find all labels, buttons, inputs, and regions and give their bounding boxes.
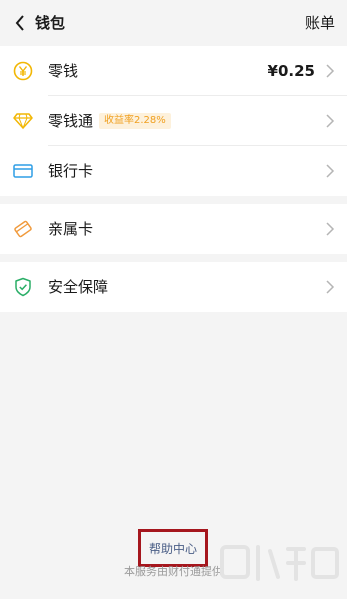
page-title: 钱包 [35, 14, 66, 32]
row-label: 银行卡 [48, 162, 94, 180]
family-card-icon [12, 218, 34, 240]
help-center-label: 帮助中心 [148, 541, 197, 556]
footer-provider-text: 本服务由财付通提供 [124, 565, 223, 578]
row-change[interactable]: 零钱 ¥0.25 [0, 46, 347, 96]
diamond-icon [12, 110, 34, 132]
bank-card-icon [12, 160, 34, 182]
chevron-right-icon [326, 114, 335, 128]
chevron-right-icon [326, 64, 335, 78]
balance-group: 零钱 ¥0.25 零钱通 收益率2.28% 银行卡 [0, 46, 347, 196]
row-bank-card[interactable]: 银行卡 [0, 146, 347, 196]
nav-bar: 钱包 账单 [0, 0, 347, 46]
family-group: 亲属卡 [0, 204, 347, 254]
yield-badge: 收益率2.28% [99, 113, 171, 129]
row-family-card[interactable]: 亲属卡 [0, 204, 347, 254]
row-label: 亲属卡 [48, 220, 94, 238]
chevron-left-icon [15, 15, 24, 31]
row-security[interactable]: 安全保障 [0, 262, 347, 312]
back-button[interactable] [10, 12, 30, 34]
shield-check-icon [12, 276, 34, 298]
section-gap [0, 254, 347, 262]
chevron-right-icon [326, 280, 335, 294]
help-center-link[interactable]: 帮助中心 [138, 529, 208, 567]
chevron-right-icon [326, 164, 335, 178]
row-label: 安全保障 [48, 278, 109, 296]
row-lingqiantong[interactable]: 零钱通 收益率2.28% [0, 96, 347, 146]
balance-value: ¥0.25 [267, 62, 315, 80]
yen-coin-icon [12, 60, 34, 82]
row-label: 零钱 [48, 62, 79, 80]
row-label: 零钱通 [48, 112, 94, 130]
section-gap [0, 196, 347, 204]
chevron-right-icon [326, 222, 335, 236]
bill-button[interactable]: 账单 [305, 12, 335, 34]
security-group: 安全保障 [0, 262, 347, 312]
